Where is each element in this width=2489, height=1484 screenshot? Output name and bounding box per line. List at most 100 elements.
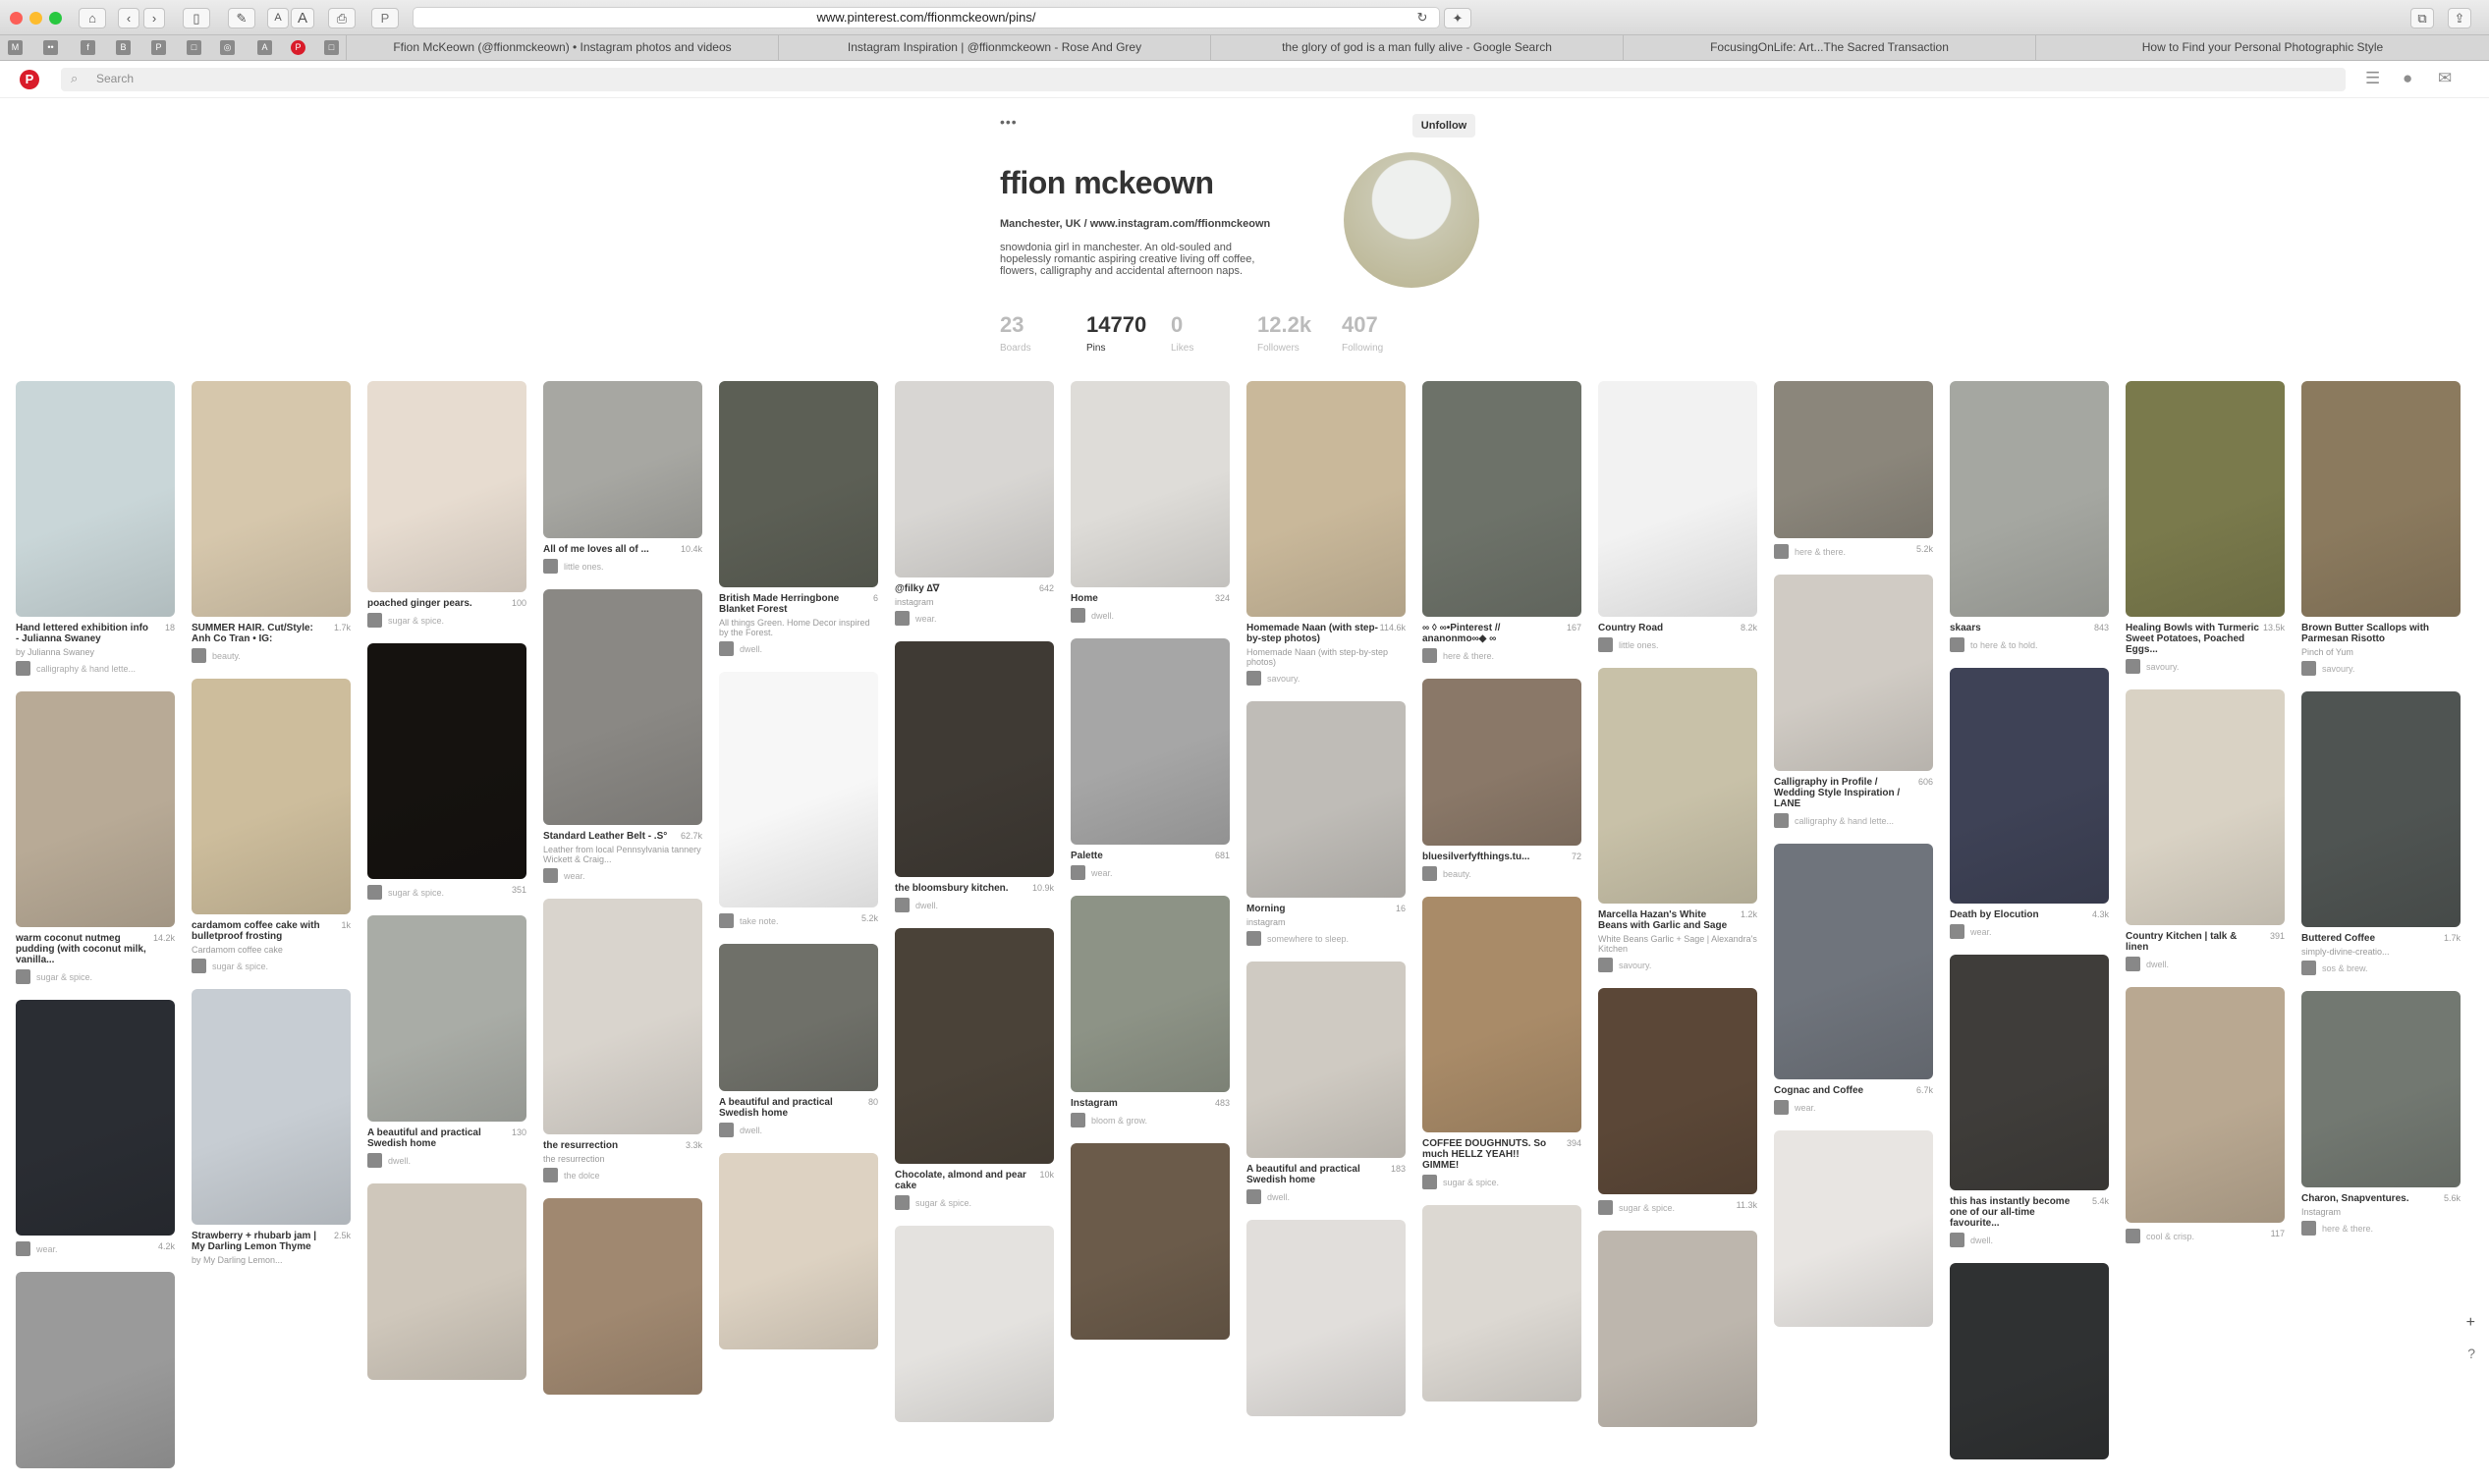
pin-card[interactable]: 117cool & crisp. bbox=[2126, 987, 2285, 1243]
saved-to-board[interactable]: here & there. bbox=[2301, 1221, 2461, 1236]
tab-rose-and-grey[interactable]: Instagram Inspiration | @ffionmckeown - … bbox=[778, 35, 1210, 60]
pin-card[interactable]: Marcella Hazan's White Beans with Garlic… bbox=[1598, 668, 1757, 972]
forward-icon[interactable]: › bbox=[143, 8, 165, 28]
pin-card[interactable]: the bloomsbury kitchen.10.9kdwell. bbox=[895, 641, 1054, 912]
pin-image[interactable] bbox=[1774, 381, 1933, 538]
pin-card[interactable] bbox=[1950, 1263, 2109, 1459]
pin-card[interactable] bbox=[543, 1198, 702, 1395]
saved-to-board[interactable]: dwell. bbox=[1950, 1233, 2109, 1247]
pin-card[interactable]: 11.3ksugar & spice. bbox=[1598, 988, 1757, 1215]
pin-image[interactable] bbox=[1950, 668, 2109, 904]
pin-card[interactable]: skaars843to here & to hold. bbox=[1950, 381, 2109, 652]
pin-card[interactable]: Standard Leather Belt - .S°62.7kLeather … bbox=[543, 589, 702, 883]
pin-image[interactable] bbox=[1246, 381, 1406, 617]
pin-card[interactable]: the resurrection3.3kthe resurrectionthe … bbox=[543, 899, 702, 1182]
tab-google-search[interactable]: the glory of god is a man fully alive - … bbox=[1210, 35, 1623, 60]
pin-image[interactable] bbox=[2301, 991, 2461, 1187]
saved-to-board[interactable]: dwell. bbox=[2126, 957, 2285, 971]
add-bookmark-icon[interactable]: ✦ bbox=[1444, 8, 1471, 28]
pin-image[interactable] bbox=[1071, 896, 1230, 1092]
pin-image[interactable] bbox=[719, 944, 878, 1091]
pin-card[interactable]: @filky ∆∇642instagramwear. bbox=[895, 381, 1054, 626]
saved-to-board[interactable]: cool & crisp. bbox=[2126, 1229, 2285, 1243]
address-bar[interactable]: www.pinterest.com/ffionmckeown/pins/ bbox=[413, 7, 1440, 28]
pin-image[interactable] bbox=[1774, 844, 1933, 1079]
pin-card[interactable]: Charon, Snapventures.5.6kInstagramhere &… bbox=[2301, 991, 2461, 1236]
pin-card[interactable]: Morning16instagramsomewhere to sleep. bbox=[1246, 701, 1406, 946]
pin-image[interactable] bbox=[192, 679, 351, 914]
pin-card[interactable]: Buttered Coffee1.7ksimply-divine-creatio… bbox=[2301, 691, 2461, 975]
saved-to-board[interactable]: sugar & spice. bbox=[1598, 1200, 1757, 1215]
saved-to-board[interactable]: savoury. bbox=[1598, 958, 1757, 972]
blogger-icon[interactable]: B bbox=[116, 40, 131, 55]
pinterest-tab-icon[interactable]: P bbox=[291, 40, 305, 55]
pocket-icon[interactable]: P bbox=[151, 40, 166, 55]
pin-image[interactable] bbox=[367, 915, 526, 1122]
pin-card[interactable]: A beautiful and practical Swedish home80… bbox=[719, 944, 878, 1137]
pin-card[interactable]: 4.2kwear. bbox=[16, 1000, 175, 1256]
pin-image[interactable] bbox=[1422, 381, 1581, 617]
pin-card[interactable]: Country Road8.2klittle ones. bbox=[1598, 381, 1757, 652]
bookmark-dots-icon[interactable]: •• bbox=[43, 40, 58, 55]
app-icon[interactable]: A bbox=[257, 40, 272, 55]
saved-to-board[interactable]: bloom & grow. bbox=[1071, 1113, 1230, 1127]
pin-image[interactable] bbox=[2126, 987, 2285, 1223]
pin-card[interactable]: All of me loves all of ...10.4klittle on… bbox=[543, 381, 702, 574]
pin-card[interactable]: A beautiful and practical Swedish home13… bbox=[367, 915, 526, 1168]
pin-card[interactable]: ∞ ◊ ∞•Pinterest // ananonmo∞◆ ∞167here &… bbox=[1422, 381, 1581, 663]
pin-image[interactable] bbox=[1598, 668, 1757, 904]
pin-image[interactable] bbox=[543, 899, 702, 1134]
pin-image[interactable] bbox=[16, 691, 175, 927]
pin-image[interactable] bbox=[1422, 1205, 1581, 1402]
saved-to-board[interactable]: here & there. bbox=[1774, 544, 1933, 559]
saved-to-board[interactable]: calligraphy & hand lette... bbox=[1774, 813, 1933, 828]
saved-to-board[interactable]: wear. bbox=[543, 868, 702, 883]
pin-image[interactable] bbox=[1422, 897, 1581, 1132]
saved-to-board[interactable]: to here & to hold. bbox=[1950, 637, 2109, 652]
pin-image[interactable] bbox=[2301, 381, 2461, 617]
pin-card[interactable]: A beautiful and practical Swedish home18… bbox=[1246, 962, 1406, 1204]
pin-card[interactable]: Cognac and Coffee6.7kwear. bbox=[1774, 844, 1933, 1115]
saved-to-board[interactable]: calligraphy & hand lette... bbox=[16, 661, 175, 676]
pin-card[interactable]: cardamom coffee cake with bulletproof fr… bbox=[192, 679, 351, 973]
saved-to-board[interactable]: sugar & spice. bbox=[1422, 1175, 1581, 1189]
saved-to-board[interactable]: wear. bbox=[1071, 865, 1230, 880]
pin-card[interactable]: Chocolate, almond and pear cake10ksugar … bbox=[895, 928, 1054, 1210]
saved-to-board[interactable]: somewhere to sleep. bbox=[1246, 931, 1406, 946]
pin-image[interactable] bbox=[192, 381, 351, 617]
tab-photographic-style[interactable]: How to Find your Personal Photographic S… bbox=[2035, 35, 2489, 60]
stat-likes[interactable]: 0Likes bbox=[1171, 312, 1193, 356]
pin-image[interactable] bbox=[16, 1272, 175, 1468]
pin-image[interactable] bbox=[16, 1000, 175, 1236]
pin-image[interactable] bbox=[1950, 955, 2109, 1190]
pin-image[interactable] bbox=[1071, 1143, 1230, 1340]
menu-icon[interactable]: ☰ bbox=[2365, 69, 2380, 88]
pin-image[interactable] bbox=[2126, 689, 2285, 925]
saved-to-board[interactable]: take note. bbox=[719, 913, 878, 928]
pin-image[interactable] bbox=[719, 672, 878, 907]
pin-image[interactable] bbox=[367, 1183, 526, 1380]
saved-to-board[interactable]: dwell. bbox=[719, 641, 878, 656]
home-icon[interactable]: ⌂ bbox=[79, 8, 106, 28]
search-input[interactable]: ⌕ Search bbox=[61, 68, 2346, 91]
pin-image[interactable] bbox=[2126, 381, 2285, 617]
tab-instagram[interactable]: Ffion McKeown (@ffionmckeown) • Instagra… bbox=[346, 35, 778, 60]
pin-card[interactable]: 5.2ktake note. bbox=[719, 672, 878, 928]
saved-to-board[interactable]: sugar & spice. bbox=[192, 959, 351, 973]
pin-card[interactable]: Calligraphy in Profile / Wedding Style I… bbox=[1774, 575, 1933, 828]
messages-icon[interactable]: ✉ bbox=[2438, 69, 2452, 88]
stat-following[interactable]: 407Following bbox=[1342, 312, 1383, 356]
tabs-overview-icon[interactable]: ⧉ bbox=[2410, 8, 2434, 28]
pin-image[interactable] bbox=[1246, 1220, 1406, 1416]
zoom-window-button[interactable] bbox=[49, 12, 62, 25]
back-icon[interactable]: ‹ bbox=[118, 8, 139, 28]
pin-card[interactable] bbox=[367, 1183, 526, 1380]
pinterest-extension-icon[interactable]: P bbox=[371, 8, 399, 28]
pin-card[interactable] bbox=[1422, 1205, 1581, 1402]
pin-card[interactable] bbox=[16, 1272, 175, 1468]
facebook-icon[interactable]: f bbox=[81, 40, 95, 55]
pinterest-logo[interactable]: P bbox=[20, 70, 39, 89]
pin-image[interactable] bbox=[895, 381, 1054, 577]
pin-image[interactable] bbox=[1950, 1263, 2109, 1459]
saved-to-board[interactable]: sugar & spice. bbox=[367, 885, 526, 900]
